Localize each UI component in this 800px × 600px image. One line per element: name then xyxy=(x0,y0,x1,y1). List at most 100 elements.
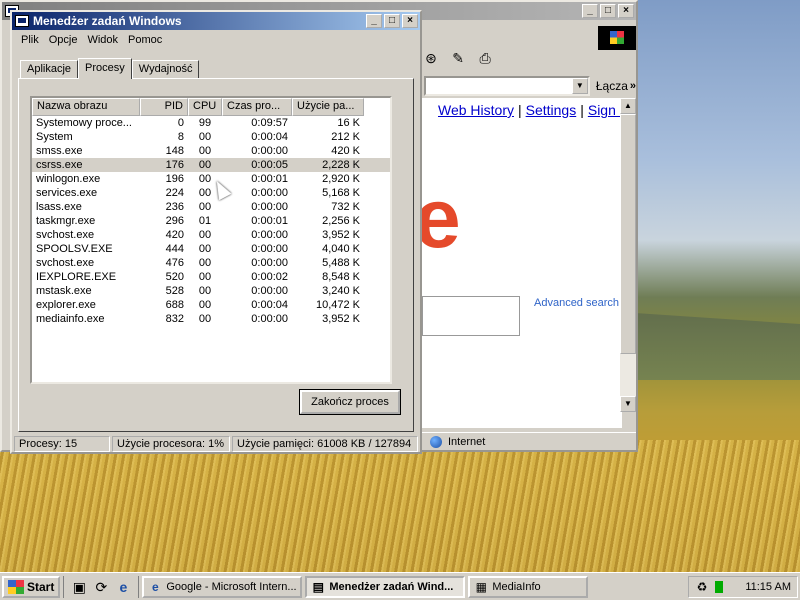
start-label: Start xyxy=(27,579,55,594)
ie-toolbar: ⊛ ✎ ⎙ xyxy=(422,50,636,72)
start-button[interactable]: Start xyxy=(2,575,61,598)
proc-time: 0:09:57 xyxy=(251,117,288,129)
end-process-button[interactable]: Zakończ proces xyxy=(299,389,401,415)
ie-address-bar[interactable]: ▼ Łącza » xyxy=(424,76,636,96)
proc-pid: 8 xyxy=(177,131,184,143)
ie-maximize-button[interactable]: □ xyxy=(600,4,616,18)
chevron-icon[interactable]: » xyxy=(630,80,636,92)
process-list[interactable]: Nazwa obrazu PID CPU Czas pro... Użycie … xyxy=(30,96,392,384)
ie-launch-icon[interactable]: e xyxy=(114,578,132,596)
proc-pid: 420 xyxy=(165,229,184,241)
menu-options[interactable]: Opcje xyxy=(44,34,83,46)
tab-performance[interactable]: Wydajność xyxy=(131,60,200,78)
task-button-mediainfo[interactable]: ▦ MediaInfo xyxy=(468,575,589,598)
scroll-thumb[interactable] xyxy=(620,114,636,354)
proc-pid: 520 xyxy=(165,271,184,283)
scroll-up-icon[interactable]: ▲ xyxy=(620,98,636,114)
ie-throbber-logo xyxy=(598,26,636,50)
ie-scrollbar[interactable]: ▲ ▼ xyxy=(620,98,636,412)
proc-time: 0:00:00 xyxy=(251,145,288,157)
process-row[interactable]: csrss.exe 176 00 0:00:05 2,228 K xyxy=(32,158,390,172)
edit-page-icon[interactable]: ✎ xyxy=(449,50,467,68)
process-row[interactable]: IEXPLORE.EXE 520 00 0:00:02 8,548 K xyxy=(32,270,390,284)
settings-link[interactable]: Settings xyxy=(526,102,577,118)
process-row[interactable]: explorer.exe 688 00 0:00:04 10,472 K xyxy=(32,298,390,312)
links-label[interactable]: Łącza xyxy=(596,79,628,93)
col-cpu[interactable]: CPU xyxy=(188,98,222,116)
mediainfo-icon: ▦ xyxy=(475,579,488,594)
proc-mem: 212 K xyxy=(331,131,360,143)
ie-close-button[interactable]: × xyxy=(618,4,634,18)
menu-help[interactable]: Pomoc xyxy=(123,34,167,46)
proc-pid: 0 xyxy=(177,117,184,129)
clock[interactable]: 11:15 AM xyxy=(745,581,791,593)
print-icon[interactable]: ⎙ xyxy=(476,50,494,68)
task-manager-window[interactable]: Menedżer zadań Windows _ □ × Plik Opcje … xyxy=(10,10,422,454)
proc-name: mediainfo.exe xyxy=(36,313,105,325)
process-row[interactable]: mstask.exe 528 00 0:00:00 3,240 K xyxy=(32,284,390,298)
explorer-icon[interactable]: ⟳ xyxy=(92,578,110,596)
process-row[interactable]: svchost.exe 476 00 0:00:00 5,488 K xyxy=(32,256,390,270)
tm-close-button[interactable]: × xyxy=(402,14,418,28)
quick-launch: ▣ ⟳ e xyxy=(63,575,140,598)
proc-cpu: 00 xyxy=(198,313,212,325)
address-input[interactable]: ▼ xyxy=(424,76,590,96)
process-row[interactable]: svchost.exe 420 00 0:00:00 3,952 K xyxy=(32,228,390,242)
process-row[interactable]: System 8 00 0:00:04 212 K xyxy=(32,130,390,144)
proc-pid: 224 xyxy=(165,187,184,199)
proc-time: 0:00:01 xyxy=(251,215,288,227)
task-button-ie[interactable]: e Google - Microsoft Intern... xyxy=(142,575,303,598)
proc-name: explorer.exe xyxy=(36,299,96,311)
proc-mem: 10,472 K xyxy=(315,299,360,311)
address-dropdown-icon[interactable]: ▼ xyxy=(571,78,588,94)
tm-title: Menedżer zadań Windows xyxy=(33,14,182,28)
proc-pid: 296 xyxy=(165,215,184,227)
advanced-search-link[interactable]: Advanced search xyxy=(534,297,619,309)
tray-cpu-meter-icon[interactable] xyxy=(715,580,723,593)
proc-mem: 732 K xyxy=(331,201,360,213)
proc-cpu: 00 xyxy=(198,159,212,171)
proc-mem: 2,256 K xyxy=(322,215,360,227)
col-cpu-time[interactable]: Czas pro... xyxy=(222,98,292,116)
proc-time: 0:00:05 xyxy=(251,159,288,171)
task-button-taskmgr[interactable]: ▤ Menedżer zadań Wind... xyxy=(305,575,466,598)
ie-minimize-button[interactable]: _ xyxy=(582,4,598,18)
google-search-box[interactable] xyxy=(422,296,520,336)
scroll-down-icon[interactable]: ▼ xyxy=(620,396,636,412)
col-mem-usage[interactable]: Użycie pa... xyxy=(292,98,364,116)
tab-applications[interactable]: Aplikacje xyxy=(20,60,79,78)
process-row[interactable]: mediainfo.exe 832 00 0:00:00 3,952 K xyxy=(32,312,390,326)
proc-name: System xyxy=(36,131,73,143)
status-cpu: Użycie procesora: 1% xyxy=(112,436,230,452)
system-tray: ♻ 11:15 AM xyxy=(688,575,798,598)
proc-mem: 8,548 K xyxy=(322,271,360,283)
windows-logo-icon xyxy=(8,579,24,594)
tab-processes[interactable]: Procesy xyxy=(78,58,132,79)
proc-name: smss.exe xyxy=(36,145,83,157)
process-row[interactable]: taskmgr.exe 296 01 0:00:01 2,256 K xyxy=(32,214,390,228)
proc-mem: 5,488 K xyxy=(322,257,360,269)
tray-app-icon[interactable]: ♻ xyxy=(695,580,709,594)
history-icon[interactable]: ⊛ xyxy=(422,50,440,68)
tm-titlebar[interactable]: Menedżer zadań Windows _ □ × xyxy=(12,12,420,30)
proc-cpu: 00 xyxy=(198,145,212,157)
menu-file[interactable]: Plik xyxy=(16,34,44,46)
proc-cpu: 00 xyxy=(198,271,212,283)
process-row[interactable]: smss.exe 148 00 0:00:00 420 K xyxy=(32,144,390,158)
process-row[interactable]: services.exe 224 00 0:00:00 5,168 K xyxy=(32,186,390,200)
proc-cpu: 00 xyxy=(198,299,212,311)
proc-pid: 476 xyxy=(165,257,184,269)
proc-cpu: 00 xyxy=(198,201,212,213)
proc-time: 0:00:00 xyxy=(251,187,288,199)
web-history-link[interactable]: Web History xyxy=(438,102,514,118)
proc-pid: 688 xyxy=(165,299,184,311)
col-image-name[interactable]: Nazwa obrazu xyxy=(32,98,140,116)
process-row[interactable]: SPOOLSV.EXE 444 00 0:00:00 4,040 K xyxy=(32,242,390,256)
process-row[interactable]: Systemowy proce... 0 99 0:09:57 16 K xyxy=(32,116,390,130)
col-pid[interactable]: PID xyxy=(140,98,188,116)
menu-view[interactable]: Widok xyxy=(82,34,123,46)
process-row[interactable]: lsass.exe 236 00 0:00:00 732 K xyxy=(32,200,390,214)
tm-maximize-button[interactable]: □ xyxy=(384,14,400,28)
show-desktop-icon[interactable]: ▣ xyxy=(70,578,88,596)
tm-minimize-button[interactable]: _ xyxy=(366,14,382,28)
